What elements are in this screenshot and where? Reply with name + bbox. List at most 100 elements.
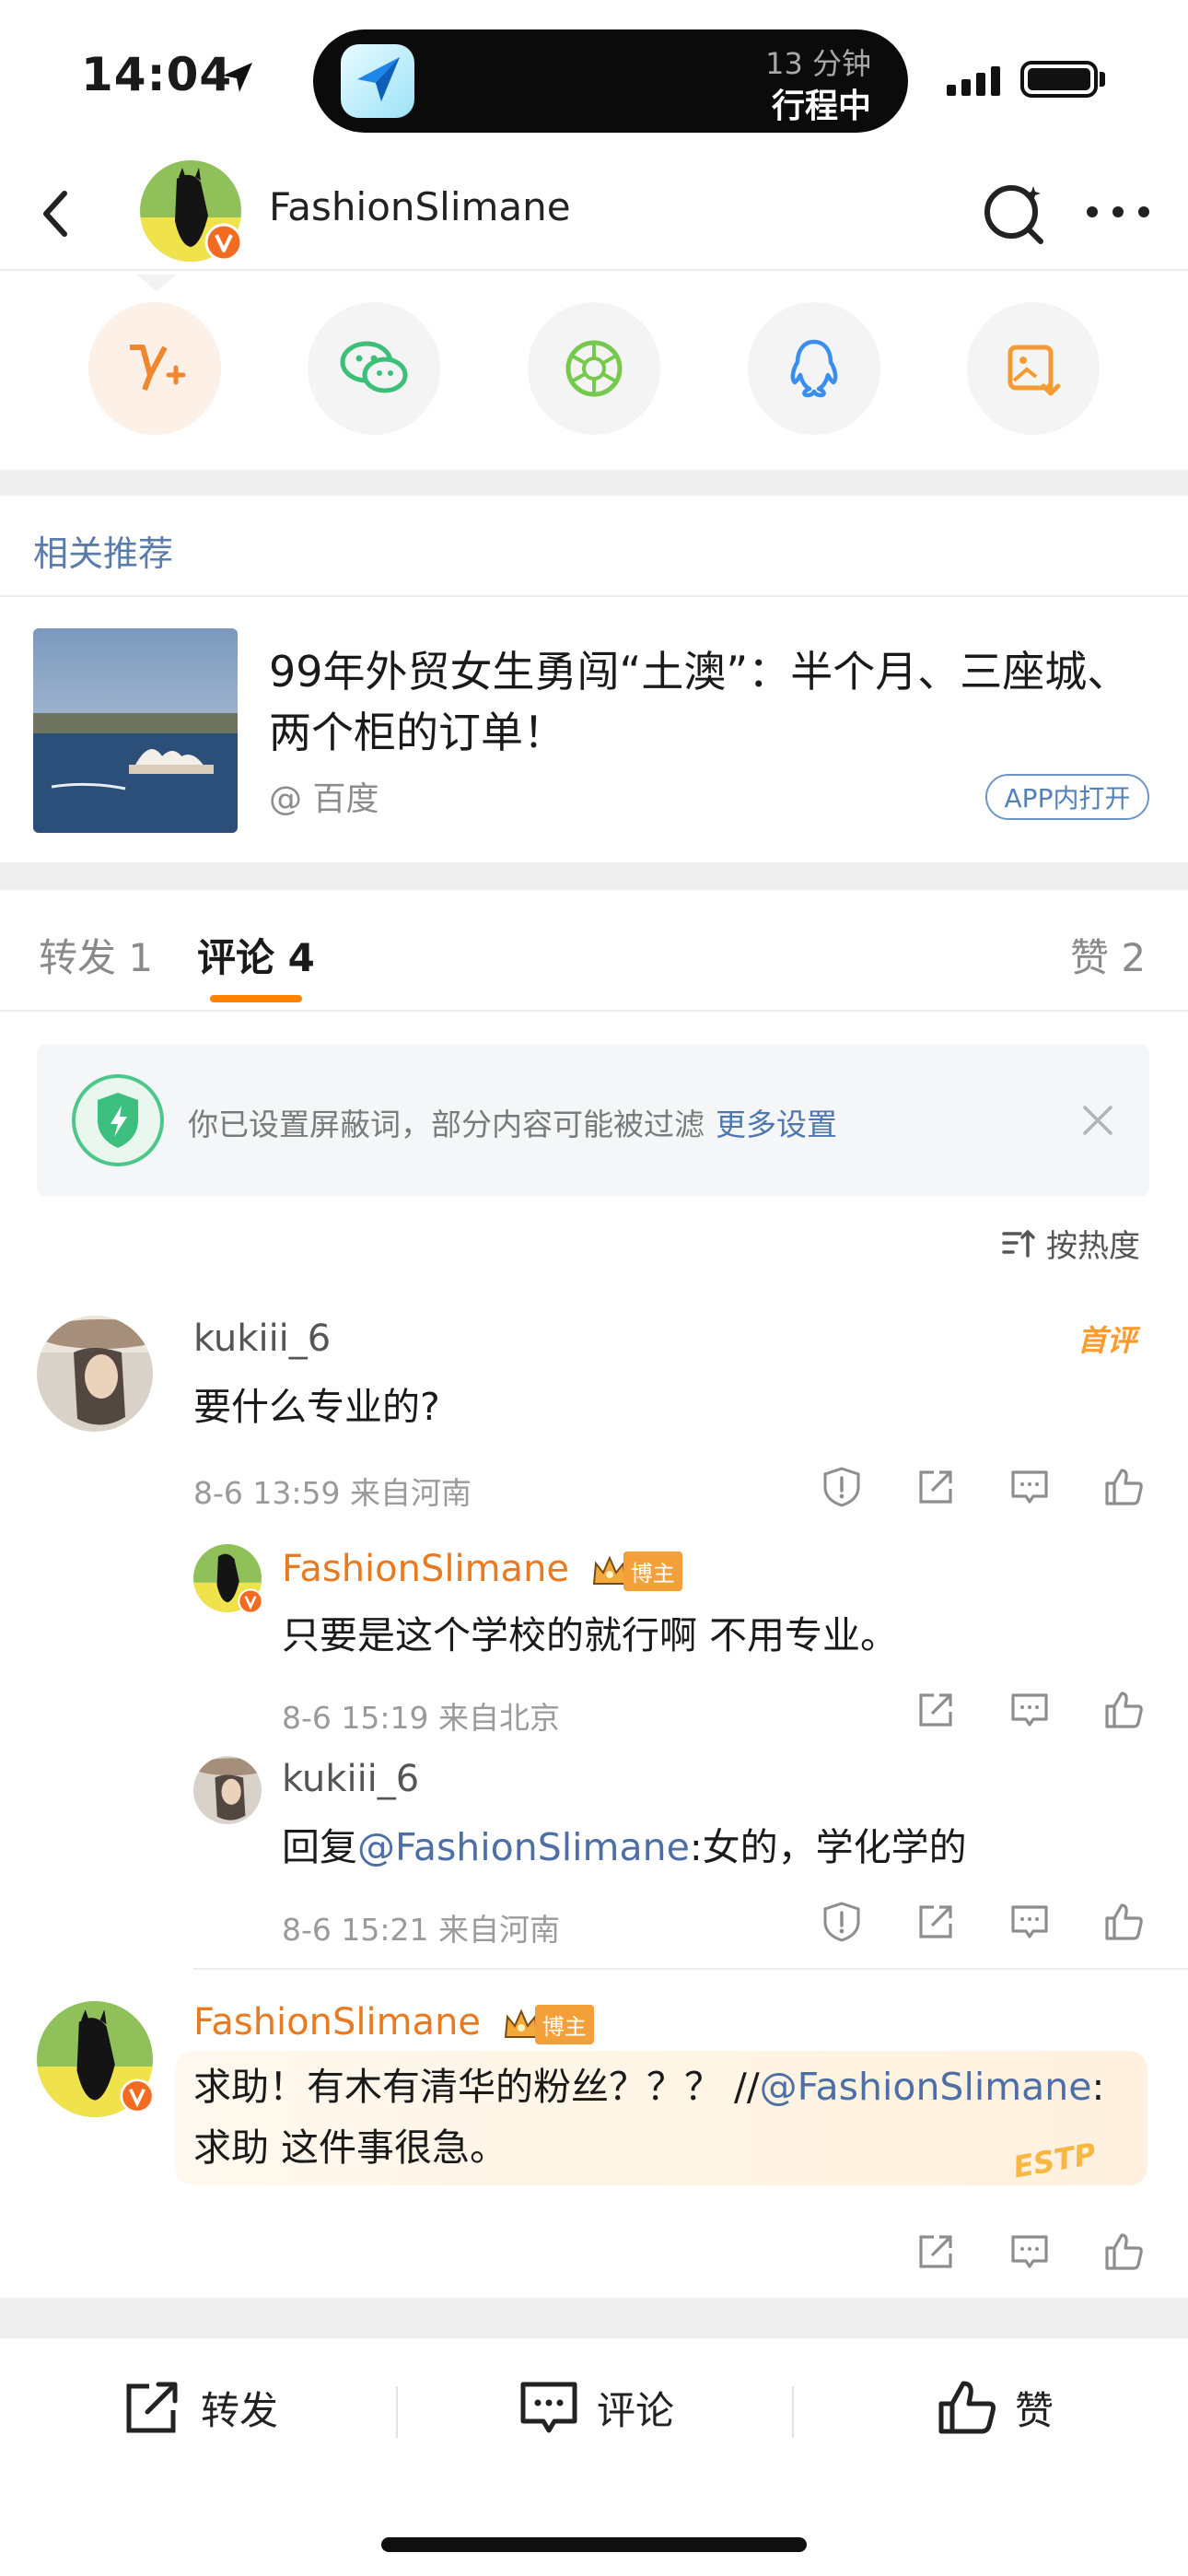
shield-icon	[72, 1074, 164, 1166]
reply-actions	[908, 1682, 1166, 1738]
weibo-v-plus-icon	[130, 345, 186, 392]
moments-icon	[565, 340, 623, 397]
first-comment-badge: 首评	[1077, 1323, 1137, 1358]
battery-tip	[1100, 72, 1105, 87]
verified-badge-icon	[120, 2078, 155, 2113]
tab-reposts[interactable]: 转发 1	[39, 927, 153, 983]
comment-body: 求助！有木有清华的粉丝？？？ //	[193, 2065, 760, 2109]
reply-username[interactable]: FashionSlimane 博主	[282, 1548, 682, 1591]
divider	[792, 2386, 794, 2438]
mention-link[interactable]: @FashionSlimane	[357, 1825, 690, 1869]
reply-actions	[814, 1894, 1164, 1950]
comment-actions	[908, 2224, 1166, 2279]
tab-bar: 转发 1 评论 4 赞 2	[0, 890, 1188, 1012]
nav-title[interactable]: FashionSlimane	[269, 184, 571, 229]
share-wechat-button[interactable]	[308, 302, 440, 435]
share-comment-button[interactable]	[908, 1894, 963, 1950]
report-button[interactable]	[814, 1459, 869, 1515]
bottom-action-bar: 转发 评论 赞	[0, 2336, 1188, 2465]
location-arrow-icon	[223, 63, 252, 92]
reply-button[interactable]	[1002, 2224, 1057, 2279]
divider	[396, 2386, 398, 2438]
reply-username-text: FashionSlimane	[282, 1548, 570, 1590]
more-icon[interactable]	[1079, 184, 1157, 240]
comment-label: 评论	[597, 2387, 675, 2433]
close-icon[interactable]	[1077, 1100, 1118, 1141]
like-button[interactable]: 赞	[936, 2375, 1054, 2440]
share-comment-button[interactable]	[908, 1682, 963, 1738]
more-settings-link[interactable]: 更多设置	[716, 1107, 837, 1142]
comment-actions	[814, 1459, 1164, 1515]
share-comment-button[interactable]	[908, 1459, 963, 1515]
related-thumbnail[interactable]	[33, 628, 238, 833]
share-comment-button[interactable]	[908, 2224, 963, 2279]
related-title[interactable]: 99年外贸女生勇闯“土澳”：半个月、三座城、两个柜的订单！	[269, 641, 1153, 763]
tab-likes[interactable]: 赞 2	[1070, 927, 1146, 983]
search-icon[interactable]	[976, 173, 1054, 251]
comment-meta: 8-6 13:59 来自河南	[193, 1475, 472, 1511]
trip-duration: 13 分钟	[765, 46, 871, 81]
divider	[193, 1968, 1188, 1970]
comment-icon	[1011, 1693, 1048, 1727]
comment-body-colon: :	[1091, 2065, 1105, 2109]
active-tab-indicator	[210, 995, 302, 1002]
thumbs-up-icon	[1105, 2233, 1143, 2270]
verified-badge-icon	[204, 223, 243, 262]
tab-comments[interactable]: 评论 4	[197, 927, 315, 983]
blogger-badge: 博主	[502, 2004, 594, 2044]
like-label: 赞	[1015, 2387, 1054, 2433]
comment-icon	[520, 2382, 577, 2433]
open-in-app-button[interactable]: APP内打开	[985, 774, 1149, 820]
share-icon	[919, 1905, 952, 1938]
like-button[interactable]	[1096, 1459, 1151, 1515]
filter-notice: 你已设置屏蔽词，部分内容可能被过滤 更多设置	[37, 1045, 1149, 1196]
repost-button[interactable]: 转发	[122, 2375, 278, 2440]
reply-button[interactable]	[1002, 1682, 1057, 1738]
share-moments-button[interactable]	[528, 302, 660, 435]
mention-link[interactable]: @FashionSlimane	[760, 2065, 1092, 2109]
share-row	[0, 273, 1188, 470]
wechat-icon	[340, 341, 408, 393]
comment-username-text: FashionSlimane	[193, 2001, 482, 2043]
section-gap	[0, 862, 1188, 890]
sort-icon	[1002, 1230, 1035, 1258]
battery-icon	[1020, 61, 1098, 98]
thumbs-up-icon	[1105, 1903, 1143, 1940]
status-time: 14:04	[81, 48, 233, 101]
like-button[interactable]	[1096, 2224, 1151, 2279]
share-tip-arrow	[136, 275, 177, 291]
comment-icon	[1011, 1470, 1048, 1504]
navigation-app-icon	[341, 44, 414, 118]
dynamic-island[interactable]: 13 分钟 行程中	[313, 29, 908, 133]
home-indicator[interactable]	[381, 2537, 807, 2552]
reply-username[interactable]: kukiii_6	[282, 1758, 419, 1800]
report-shield-icon	[823, 1902, 860, 1942]
back-icon[interactable]	[24, 177, 98, 251]
reply-button[interactable]	[1002, 1894, 1057, 1950]
like-button[interactable]	[1096, 1682, 1151, 1738]
reply-meta: 8-6 15:19 来自北京	[282, 1700, 560, 1736]
comment-icon	[1011, 2235, 1048, 2268]
weibo-v-plus-button[interactable]	[88, 302, 221, 435]
reply-body: :女的，学化学的	[689, 1825, 967, 1869]
comment-username[interactable]: kukiii_6	[193, 1317, 331, 1360]
section-gap	[0, 470, 1188, 496]
reply-button[interactable]	[1002, 1459, 1057, 1515]
report-shield-icon	[823, 1467, 860, 1507]
save-image-button[interactable]	[967, 302, 1100, 435]
section-gap	[0, 2298, 1188, 2336]
like-button[interactable]	[1096, 1894, 1151, 1950]
commenter-avatar[interactable]	[37, 1316, 153, 1432]
comment-text: 求助！有木有清华的粉丝？？？ //@FashionSlimane: 求助 这件事…	[193, 2056, 1151, 2178]
reply-avatar[interactable]	[193, 1756, 262, 1824]
comment-button[interactable]: 评论	[518, 2375, 674, 2440]
reply-text: 回复@FashionSlimane:女的，学化学的	[282, 1817, 967, 1878]
share-qq-button[interactable]	[748, 302, 880, 435]
sort-by-hot-button[interactable]: 按热度	[1000, 1218, 1140, 1268]
comment-text: 要什么专业的?	[193, 1385, 440, 1429]
status-bar: 14:04 13 分钟 行程中	[0, 0, 1188, 157]
comment-username[interactable]: FashionSlimane 博主	[193, 2001, 594, 2044]
report-button[interactable]	[814, 1894, 869, 1950]
trip-status: 行程中	[771, 88, 871, 125]
divider	[0, 595, 1188, 597]
